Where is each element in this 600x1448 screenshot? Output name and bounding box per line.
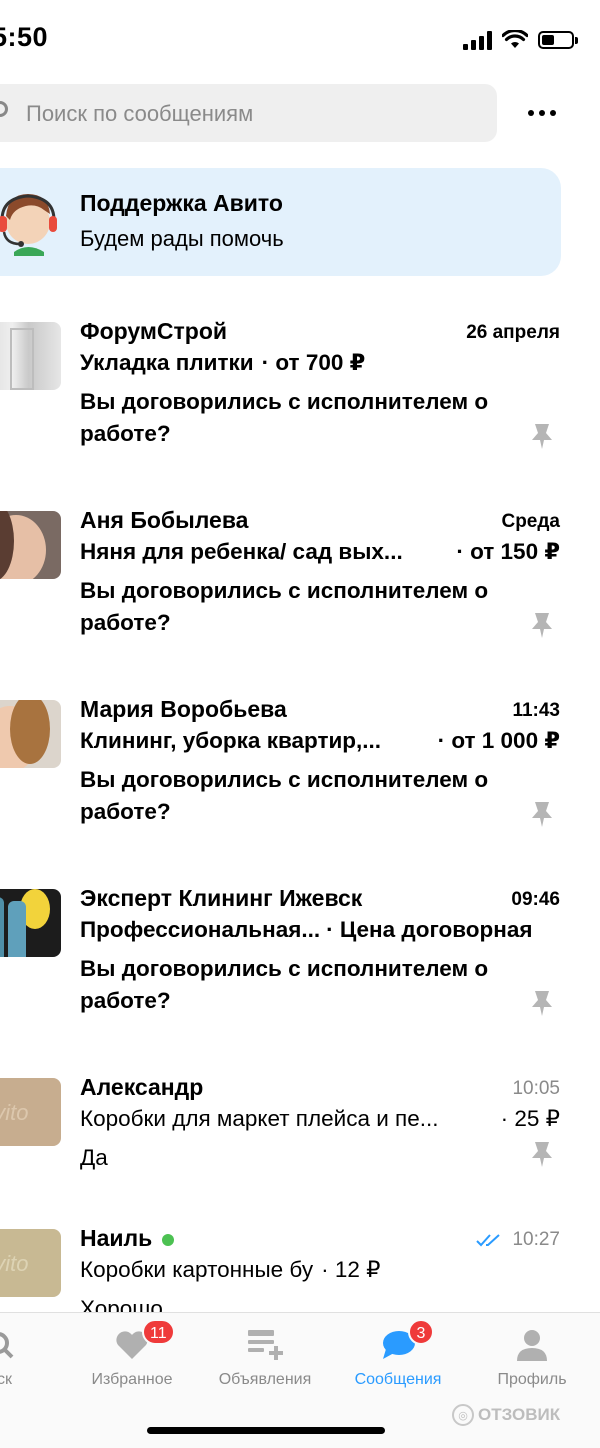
status-icons [463,30,578,50]
chat-item[interactable]: Эксперт Клининг Ижевск 09:46 Профессиона… [0,885,600,1039]
chat-thumbnail [0,511,61,579]
listing-title: Клининг, уборка квартир,... [80,728,382,753]
chat-date: 10:27 [476,1229,560,1251]
support-agent-avatar [0,194,57,256]
pin-icon[interactable] [530,422,554,450]
listing-title: Няня для ребенка/ сад вых... [80,539,403,564]
dot-icon [539,110,545,116]
chat-name: Эксперт Клининг Ижевск [80,885,363,911]
watermark-logo-icon: ◎ [452,1404,474,1426]
chat-last-message: Вы договорились с исполнителем о работе? [80,956,489,1013]
support-title: Поддержка Авито [80,190,283,216]
listing-price: · 12 ₽ [321,1257,381,1282]
chat-listing: Укладка плитки · от 700 ₽ [80,350,560,376]
tab-search[interactable]: иск [0,1313,60,1403]
chat-listing: Коробки картонные бу · 12 ₽ [80,1257,560,1283]
chat-name: Аня Бобылева [80,507,249,533]
tab-label: иск [0,1371,12,1388]
chat-item[interactable]: ФорумСтрой 26 апреля Укладка плитки · от … [0,318,600,472]
status-time: 5:50 [0,22,49,52]
chat-name: ФорумСтрой [80,318,228,344]
chat-date-text: 10:27 [512,1229,560,1250]
listing-title: Профессиональная... [80,917,321,942]
chat-name: Александр [80,1074,204,1100]
tab-profile[interactable]: Профиль [472,1313,592,1403]
status-bar: 5:50 [0,0,600,80]
chat-thumbnail: Avito [0,1229,61,1297]
wifi-icon [502,30,528,48]
chat-last-message: Да [80,1145,108,1170]
listing-price: · от 150 ₽ [456,539,560,564]
chat-last-message: Вы договорились с исполнителем о работе? [80,389,489,446]
listing-price: · от 700 ₽ [261,350,366,375]
pin-icon[interactable] [530,989,554,1017]
chat-listing: Няня для ребенка/ сад вых... · от 150 ₽ [80,539,560,565]
dot-icon [528,110,534,116]
tab-favorites[interactable]: 11 Избранное [72,1313,192,1403]
chat-date: Среда [501,511,560,532]
support-subtitle: Будем рады помочь [80,226,284,251]
chat-item[interactable]: Avito Наиль 10:27 Коробки картонные бу · … [0,1229,600,1312]
listing-price: · 25 ₽ [500,1106,560,1131]
chat-date: 26 апреля [466,322,560,343]
chat-last-message: Вы договорились с исполнителем о работе? [80,578,489,635]
chat-listing: Коробки для маркет плейса и пе... · 25 ₽ [80,1106,560,1132]
tab-listings[interactable]: Объявления [205,1313,325,1403]
messages-badge: 3 [408,1319,434,1345]
search-bar[interactable] [0,84,497,144]
tab-label: Избранное [91,1371,173,1388]
chat-date: 09:46 [511,889,560,910]
profile-icon [517,1330,547,1361]
battery-icon [538,31,578,49]
chat-listing: Клининг, уборка квартир,... · от 1 000 ₽ [80,728,560,754]
chat-name: Наиль [80,1229,175,1252]
search-icon [0,101,8,117]
chat-thumbnail [0,889,61,957]
pin-icon[interactable] [530,1140,554,1168]
listing-title: Коробки картонные бу [80,1257,314,1282]
chat-item[interactable]: Avito Александр 10:05 Коробки для маркет… [0,1074,600,1188]
chat-thumbnail: Avito [0,1078,61,1146]
listings-add-icon [248,1330,283,1360]
listing-title: Коробки для маркет плейса и пе... [80,1106,439,1131]
chat-date: 11:43 [512,700,560,721]
tab-label: Объявления [218,1371,312,1388]
pin-icon[interactable] [530,800,554,828]
chat-name: Мария Воробьева [80,696,287,722]
chat-listing: Профессиональная... · Цена договорная [80,917,560,943]
tab-label: Профиль [497,1371,567,1388]
online-status-icon [162,1233,175,1246]
listing-price: · Цена договорная [326,917,533,942]
cellular-signal-icon [463,30,492,50]
chat-item[interactable]: Мария Воробьева 11:43 Клининг, уборка кв… [0,696,600,850]
double-check-icon [476,1234,501,1247]
dot-icon [550,110,556,116]
tab-messages[interactable]: 3 Сообщения [338,1313,458,1403]
chat-name-text: Наиль [80,1229,153,1251]
chat-item[interactable]: Аня Бобылева Среда Няня для ребенка/ сад… [0,507,600,661]
chat-thumbnail [0,322,61,390]
search-input[interactable] [24,84,488,144]
chat-last-message: Вы договорились с исполнителем о работе? [80,767,489,824]
more-options-button[interactable] [520,96,564,130]
chat-date: 10:05 [512,1078,560,1099]
watermark: ◎ ОТЗОВИК [452,1404,560,1426]
tab-label: Сообщения [354,1371,442,1388]
support-card[interactable]: Поддержка Авито Будем рады помочь [0,168,561,276]
pin-icon[interactable] [530,611,554,639]
chat-thumbnail [0,700,61,768]
search-icon [0,1332,14,1359]
home-indicator[interactable] [147,1427,385,1434]
watermark-text: ОТЗОВИК [478,1405,561,1424]
chat-last-message: Хорошо [80,1296,163,1312]
favorites-badge: 11 [142,1319,175,1345]
listing-title: Укладка плитки [80,350,254,375]
listing-price: · от 1 000 ₽ [437,728,560,753]
